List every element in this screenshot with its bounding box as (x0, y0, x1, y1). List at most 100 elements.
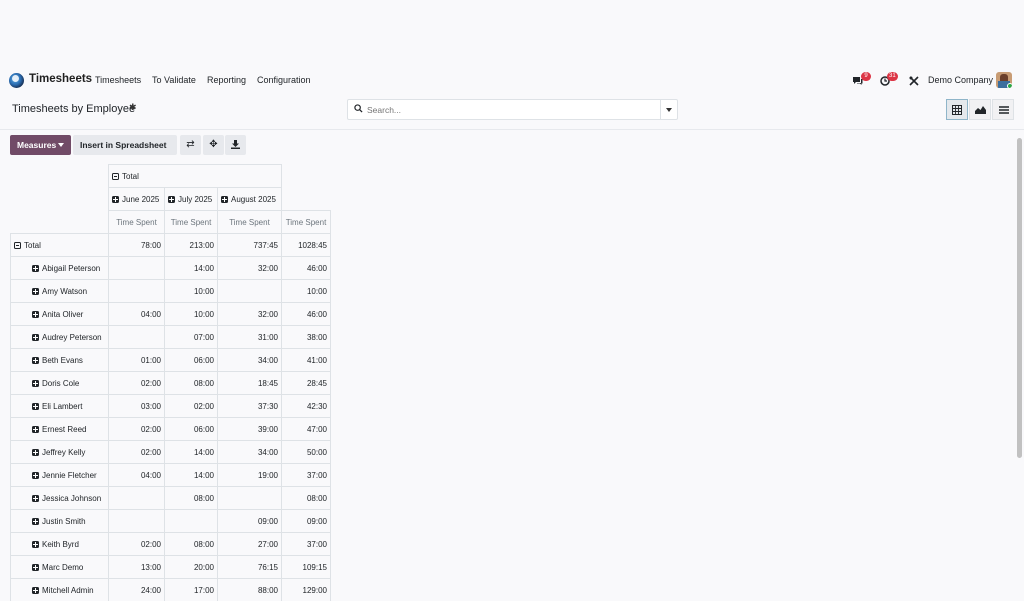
pivot-cell[interactable]: 28:45 (281, 371, 331, 395)
download-button[interactable] (225, 135, 246, 155)
pivot-cell[interactable]: 41:00 (281, 348, 331, 372)
pivot-cell[interactable]: 10:00 (164, 302, 218, 326)
pivot-cell[interactable]: 10:00 (281, 279, 331, 303)
vertical-scrollbar[interactable] (1017, 138, 1022, 458)
search-input[interactable] (367, 103, 657, 117)
pivot-cell[interactable]: 06:00 (164, 417, 218, 441)
menu-reporting[interactable]: Reporting (207, 75, 246, 85)
list-view-button[interactable] (992, 99, 1014, 120)
menu-timesheets[interactable]: Timesheets (95, 75, 141, 85)
pivot-cell[interactable]: 17:00 (164, 578, 218, 601)
menu-configuration[interactable]: Configuration (257, 75, 311, 85)
pivot-cell[interactable]: 06:00 (164, 348, 218, 372)
pivot-cell[interactable]: 76:15 (217, 555, 282, 579)
company-switcher[interactable]: Demo Company (928, 75, 993, 85)
pivot-cell[interactable]: 02:00 (108, 532, 165, 556)
pivot-cell[interactable]: 78:00 (108, 233, 165, 257)
pivot-cell[interactable]: 14:00 (164, 463, 218, 487)
pivot-cell[interactable]: 01:00 (108, 348, 165, 372)
graph-view-button[interactable] (969, 99, 991, 120)
column-header-total[interactable]: Total (108, 164, 282, 188)
column-header-month[interactable]: June 2025 (108, 187, 165, 211)
pivot-cell[interactable]: 37:00 (281, 532, 331, 556)
pivot-cell[interactable]: 38:00 (281, 325, 331, 349)
pivot-cell[interactable]: 24:00 (108, 578, 165, 601)
pivot-cell[interactable]: 46:00 (281, 302, 331, 326)
pivot-cell[interactable]: 31:00 (217, 325, 282, 349)
activities-button[interactable]: 31 (880, 68, 902, 92)
pivot-cell[interactable]: 1028:45 (281, 233, 331, 257)
row-header-employee[interactable]: Audrey Peterson (10, 325, 109, 349)
pivot-cell[interactable]: 02:00 (108, 440, 165, 464)
pivot-cell[interactable]: 39:00 (217, 417, 282, 441)
pivot-cell[interactable]: 09:00 (281, 509, 331, 533)
pivot-cell[interactable]: 14:00 (164, 256, 218, 280)
user-avatar[interactable] (996, 72, 1012, 88)
pivot-cell[interactable]: 13:00 (108, 555, 165, 579)
pivot-cell[interactable] (108, 509, 165, 533)
pivot-cell[interactable]: 09:00 (217, 509, 282, 533)
pivot-cell[interactable]: 14:00 (164, 440, 218, 464)
pivot-cell[interactable]: 50:00 (281, 440, 331, 464)
flip-axis-button[interactable]: ⇄ (180, 135, 201, 155)
gear-icon[interactable]: ✱ (129, 102, 137, 113)
pivot-cell[interactable]: 08:00 (281, 486, 331, 510)
measure-header[interactable]: Time Spent (108, 210, 165, 234)
row-header-employee[interactable]: Jeffrey Kelly (10, 440, 109, 464)
row-header-employee[interactable]: Mitchell Admin (10, 578, 109, 601)
tools-button[interactable] (909, 68, 921, 92)
row-header-employee[interactable]: Keith Byrd (10, 532, 109, 556)
pivot-cell[interactable]: 02:00 (108, 417, 165, 441)
column-header-month[interactable]: July 2025 (164, 187, 218, 211)
pivot-cell[interactable]: 10:00 (164, 279, 218, 303)
column-header-month[interactable]: August 2025 (217, 187, 282, 211)
pivot-cell[interactable]: 27:00 (217, 532, 282, 556)
pivot-cell[interactable]: 109:15 (281, 555, 331, 579)
row-header-employee[interactable]: Ernest Reed (10, 417, 109, 441)
pivot-cell[interactable]: 34:00 (217, 348, 282, 372)
row-header-employee[interactable]: Amy Watson (10, 279, 109, 303)
pivot-cell[interactable]: 46:00 (281, 256, 331, 280)
pivot-cell[interactable]: 04:00 (108, 463, 165, 487)
pivot-cell[interactable]: 08:00 (164, 486, 218, 510)
pivot-cell[interactable]: 08:00 (164, 532, 218, 556)
pivot-cell[interactable]: 88:00 (217, 578, 282, 601)
app-name[interactable]: Timesheets (29, 73, 92, 85)
pivot-cell[interactable]: 32:00 (217, 256, 282, 280)
pivot-cell[interactable]: 213:00 (164, 233, 218, 257)
row-header-employee[interactable]: Anita Oliver (10, 302, 109, 326)
pivot-cell[interactable]: 03:00 (108, 394, 165, 418)
pivot-cell[interactable]: 08:00 (164, 371, 218, 395)
pivot-cell[interactable]: 737:45 (217, 233, 282, 257)
insert-in-spreadsheet-button[interactable]: Insert in Spreadsheet (73, 135, 177, 155)
pivot-cell[interactable] (108, 256, 165, 280)
pivot-cell[interactable]: 19:00 (217, 463, 282, 487)
row-header-employee[interactable]: Justin Smith (10, 509, 109, 533)
pivot-cell[interactable]: 07:00 (164, 325, 218, 349)
pivot-cell[interactable] (108, 486, 165, 510)
pivot-cell[interactable]: 34:00 (217, 440, 282, 464)
row-header-employee[interactable]: Doris Cole (10, 371, 109, 395)
expand-all-button[interactable]: ✥ (203, 135, 224, 155)
pivot-view-button[interactable] (946, 99, 968, 120)
pivot-cell[interactable] (164, 509, 218, 533)
measure-header[interactable]: Time Spent (281, 210, 331, 234)
messages-button[interactable]: 9 (852, 68, 872, 92)
pivot-cell[interactable]: 02:00 (108, 371, 165, 395)
measure-header[interactable]: Time Spent (217, 210, 282, 234)
pivot-cell[interactable]: 02:00 (164, 394, 218, 418)
timesheets-app-icon[interactable] (9, 73, 24, 88)
pivot-cell[interactable]: 37:30 (217, 394, 282, 418)
pivot-cell[interactable] (217, 486, 282, 510)
row-header-employee[interactable]: Jessica Johnson (10, 486, 109, 510)
pivot-cell[interactable]: 32:00 (217, 302, 282, 326)
pivot-cell[interactable] (108, 279, 165, 303)
row-header-employee[interactable]: Marc Demo (10, 555, 109, 579)
pivot-cell[interactable] (108, 325, 165, 349)
row-header-employee[interactable]: Eli Lambert (10, 394, 109, 418)
pivot-cell[interactable]: 18:45 (217, 371, 282, 395)
row-header-employee[interactable]: Jennie Fletcher (10, 463, 109, 487)
search-options-toggle[interactable] (660, 100, 677, 119)
measure-header[interactable]: Time Spent (164, 210, 218, 234)
menu-to-validate[interactable]: To Validate (152, 75, 196, 85)
